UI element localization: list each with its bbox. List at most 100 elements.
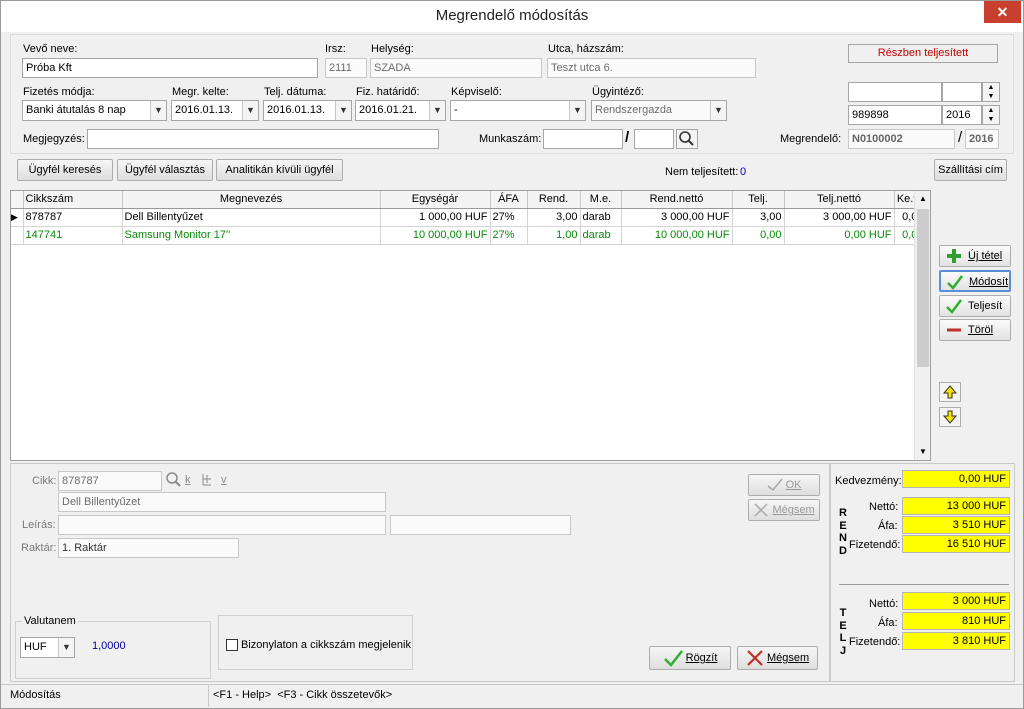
cell-megnevezes: Dell Billentyűzet — [122, 208, 381, 227]
torol-button[interactable]: Töröl — [939, 319, 1011, 341]
munkaszam-search-button[interactable] — [676, 129, 698, 149]
col-rend-netto[interactable]: Rend.nettó — [621, 191, 733, 209]
search-icon — [166, 472, 181, 487]
ugyfel-valasztas-button[interactable]: Ügyfél választás — [117, 159, 213, 181]
cell-megnevezes: Samsung Monitor 17'' — [122, 226, 381, 245]
col-telj[interactable]: Telj. — [732, 191, 785, 209]
col-egysegar[interactable]: Egységár — [380, 191, 491, 209]
cikk-input[interactable]: 878787 — [58, 471, 162, 491]
teljesit-button[interactable]: Teljesít — [939, 295, 1011, 317]
close-button[interactable]: ✕ — [984, 1, 1021, 23]
leiras-label: Leírás: — [22, 519, 56, 531]
ugyintezo-label: Ügyintéző: — [592, 86, 644, 98]
cell-me: darab — [580, 226, 622, 245]
cikk-name-input[interactable]: Dell Billentyűzet — [58, 492, 386, 512]
spin2-year[interactable]: 2016 — [942, 105, 982, 125]
col-me[interactable]: M.e. — [580, 191, 622, 209]
irsz-input[interactable]: 2111 — [325, 58, 367, 78]
munkaszam-sep: / — [625, 129, 630, 146]
leiras-input[interactable] — [58, 515, 386, 535]
rogzit-button[interactable]: Rögzít — [649, 646, 731, 670]
ugyintezo-select[interactable]: Rendszergazda ▼ — [591, 100, 727, 121]
bizonylat-checkbox[interactable] — [226, 639, 238, 651]
current-row-icon: ▶ — [11, 208, 24, 227]
telj-select[interactable]: 2016.01.13. ▼ — [263, 100, 352, 121]
megj-input[interactable] — [87, 129, 439, 149]
fizhat-label: Fiz. határidő: — [356, 86, 420, 98]
helyseg-input[interactable]: SZADA — [370, 58, 542, 78]
kelte-select[interactable]: 2016.01.13. ▼ — [171, 100, 259, 121]
fizmod-value: Banki átutalás 8 nap — [26, 104, 126, 116]
table-row[interactable]: 147741 Samsung Monitor 17'' 10 000,00 HU… — [11, 226, 927, 245]
modosit-button[interactable]: Módosít — [939, 270, 1011, 292]
megrendelo-label: Megrendelő: — [780, 133, 842, 145]
spin2-input[interactable]: 989898 — [848, 105, 942, 125]
spin1-year[interactable] — [942, 82, 982, 102]
raktar-input[interactable]: 1. Raktár — [58, 538, 239, 558]
col-afa[interactable]: ÁFA — [490, 191, 528, 209]
megsem-detail-button[interactable]: Mégsem — [748, 499, 820, 521]
rogzit-label: Rögzít — [685, 652, 718, 664]
megj-label: Megjegyzés: — [23, 133, 85, 145]
ugyfel-kereses-button[interactable]: Ügyfél keresés — [17, 159, 113, 181]
spin2-arrows[interactable]: ▲ ▼ — [982, 105, 1000, 125]
col-telj-netto[interactable]: Telj.nettó — [784, 191, 895, 209]
munkaszam-input[interactable] — [543, 129, 623, 149]
cell-rend-netto: 10 000,00 HUF — [621, 226, 733, 245]
cell-cikkszam: 147741 — [23, 226, 123, 245]
spin1-arrows[interactable]: ▲ ▼ — [982, 82, 1000, 102]
kelte-label: Megr. kelte: — [172, 86, 229, 98]
scroll-up-icon[interactable]: ▲ — [915, 191, 931, 207]
cell-telj-netto: 3 000,00 HUF — [784, 208, 895, 227]
bizonylat-label: Bizonylaton a cikkszám megjelenik — [241, 639, 411, 651]
rend-fiz-value: 16 510 HUF — [902, 535, 1010, 553]
uj-tetel-label: Új tétel — [968, 250, 1003, 262]
fizhat-select[interactable]: 2016.01.21. ▼ — [355, 100, 446, 121]
plus-icon — [947, 249, 961, 263]
valuta-select[interactable]: HUF ▼ — [20, 637, 75, 658]
row-indicator — [11, 226, 24, 245]
rend-netto-value: 13 000 HUF — [902, 497, 1010, 515]
vevo-input[interactable]: Próba Kft — [22, 58, 318, 78]
kepviselo-select[interactable]: - ▼ — [450, 100, 586, 121]
megrendelo-input[interactable]: N0100002 — [848, 129, 955, 149]
szallitasi-cim-button[interactable]: Szállítási cím — [934, 159, 1007, 181]
leiras-input2[interactable] — [390, 515, 571, 535]
col-megnevezes[interactable]: Megnevezés — [122, 191, 381, 209]
k-label: k — [185, 474, 191, 486]
move-down-button[interactable] — [939, 407, 961, 427]
col-cikkszam[interactable]: Cikkszám — [23, 191, 123, 209]
grid-scrollbar[interactable]: ▲ ▼ — [914, 191, 930, 460]
table-row[interactable]: ▶ 878787 Dell Billentyűzet 1 000,00 HUF … — [11, 208, 927, 227]
analitikan-kivuli-button[interactable]: Analitikán kívüli ügyfél — [216, 159, 343, 181]
ok-button[interactable]: OK — [748, 474, 820, 496]
utca-input[interactable]: Teszt utca 6. — [547, 58, 756, 78]
cell-afa: 27% — [490, 226, 528, 245]
helyseg-label: Helység: — [371, 43, 414, 55]
close-icon — [747, 650, 763, 666]
checkmark-icon — [946, 299, 962, 314]
megrendelo-sep: / — [958, 129, 963, 146]
megsem-button[interactable]: Mégsem — [737, 646, 818, 670]
megrendelo-year[interactable]: 2016 — [965, 129, 999, 149]
munkaszam-input2[interactable] — [634, 129, 674, 149]
torol-label: Töröl — [968, 324, 994, 336]
nem-teljesitett-label: Nem teljesített: — [665, 166, 739, 178]
col-rend[interactable]: Rend. — [527, 191, 581, 209]
spin1-input[interactable] — [848, 82, 942, 102]
scroll-thumb[interactable] — [917, 209, 929, 367]
cikk-search-button[interactable]: k — [165, 471, 195, 491]
cikk-tree-button[interactable]: v — [199, 471, 231, 491]
cell-afa: 27% — [490, 208, 528, 227]
telj-letter: J — [839, 644, 847, 657]
chevron-down-icon: ▼ — [569, 101, 585, 120]
telj-fiz-label: Fizetendő: — [849, 636, 901, 648]
telj-afa-label: Áfa: — [878, 617, 898, 629]
teljesit-label: Teljesít — [968, 300, 1003, 312]
megsem-label: Mégsem — [766, 652, 810, 664]
scroll-down-icon[interactable]: ▼ — [915, 444, 931, 460]
uj-tetel-button[interactable]: Új tétel — [939, 245, 1011, 267]
fizmod-select[interactable]: Banki átutalás 8 nap ▼ — [22, 100, 167, 121]
rend-afa-label: Áfa: — [878, 520, 898, 532]
move-up-button[interactable] — [939, 382, 961, 402]
